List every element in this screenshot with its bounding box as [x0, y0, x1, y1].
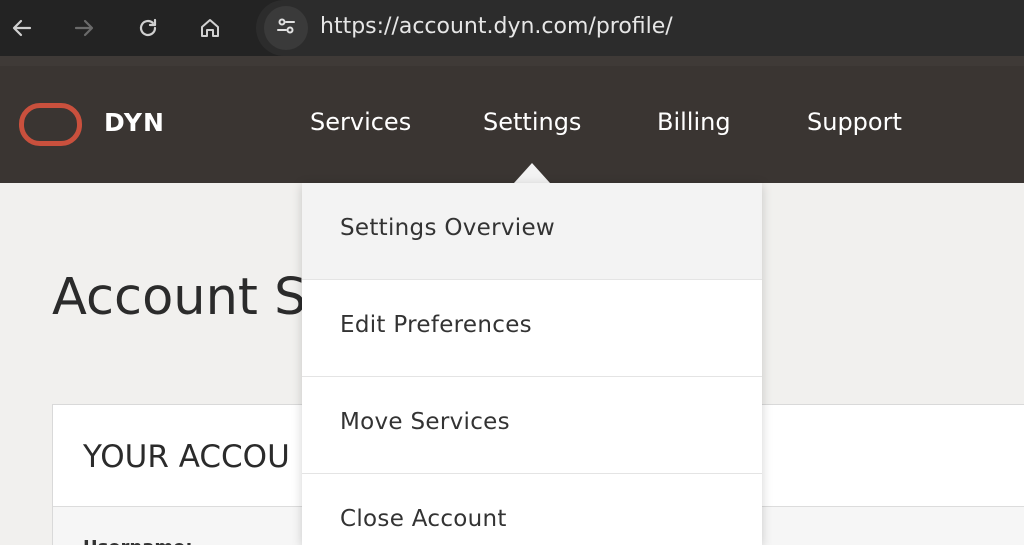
forward-arrow-icon [72, 16, 96, 40]
home-button[interactable] [190, 8, 230, 48]
reload-button[interactable] [128, 8, 168, 48]
site-header: DYN Services Settings Billing Support [0, 56, 1024, 183]
url-text[interactable]: https://account.dyn.com/profile/ [320, 12, 673, 42]
site-settings-button[interactable] [264, 6, 308, 50]
dyn-logo[interactable] [19, 103, 82, 146]
nav-settings[interactable]: Settings [483, 108, 581, 136]
nav-billing[interactable]: Billing [657, 108, 731, 136]
page-title: Account S [52, 268, 307, 327]
browser-toolbar: https://account.dyn.com/profile/ [0, 0, 1024, 56]
card-title: YOUR ACCOU [83, 439, 290, 475]
dropdown-item-edit-preferences[interactable]: Edit Preferences [302, 280, 762, 377]
dropdown-item-label: Edit Preferences [340, 312, 532, 338]
dropdown-item-settings-overview[interactable]: Settings Overview [302, 183, 762, 280]
dropdown-item-label: Close Account [340, 506, 507, 532]
nav-support[interactable]: Support [807, 108, 902, 136]
dropdown-item-label: Settings Overview [340, 215, 556, 241]
brand-name[interactable]: DYN [104, 108, 165, 137]
forward-button[interactable] [64, 8, 104, 48]
dropdown-item-close-account[interactable]: Close Account [302, 474, 762, 545]
dropdown-item-label: Move Services [340, 409, 510, 435]
dropdown-caret [514, 163, 550, 183]
site-settings-icon [274, 14, 298, 42]
nav-services[interactable]: Services [310, 108, 411, 136]
back-arrow-icon [10, 16, 34, 40]
dropdown-item-move-services[interactable]: Move Services [302, 377, 762, 474]
settings-dropdown: Settings Overview Edit Preferences Move … [302, 183, 762, 545]
home-icon [198, 16, 222, 40]
reload-icon [136, 16, 160, 40]
back-button[interactable] [2, 8, 42, 48]
username-label: Username: [83, 537, 193, 545]
